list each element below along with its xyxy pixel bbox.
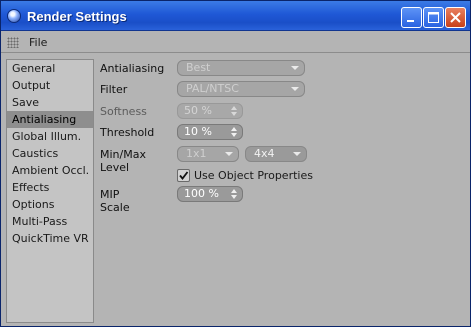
- maximize-button[interactable]: [423, 7, 444, 28]
- threshold-spinner[interactable]: 10 %: [177, 124, 243, 140]
- max-level-dropdown[interactable]: 4x4: [245, 146, 307, 162]
- use-object-properties-row: Use Object Properties: [100, 168, 340, 186]
- mip-scale-value: 100 %: [184, 187, 219, 200]
- close-icon: [450, 12, 461, 23]
- sidebar-item-caustics[interactable]: Caustics: [7, 145, 93, 162]
- mip-scale-spinner[interactable]: 100 %: [177, 186, 243, 202]
- app-sphere-icon[interactable]: [7, 9, 21, 23]
- minimize-icon: [407, 20, 414, 22]
- sidebar-item-ambient-occl[interactable]: Ambient Occl.: [7, 162, 93, 179]
- spin-down-icon[interactable]: [231, 133, 237, 137]
- sidebar-item-antialiasing[interactable]: Antialiasing: [7, 111, 93, 128]
- antialiasing-label: Antialiasing: [100, 62, 165, 75]
- filter-value: PAL/NTSC: [186, 82, 239, 95]
- sidebar-item-general[interactable]: General: [7, 60, 93, 77]
- maximize-icon: [428, 12, 439, 23]
- render-settings-window: Render Settings File General Output Save: [0, 0, 471, 327]
- window-title: Render Settings: [27, 9, 127, 24]
- chevron-down-icon: [291, 66, 299, 70]
- sidebar-item-effects[interactable]: Effects: [7, 179, 93, 196]
- max-level-value: 4x4: [254, 147, 275, 160]
- chevron-down-icon: [291, 87, 299, 91]
- checkmark-icon: [179, 171, 189, 180]
- spin-up-icon[interactable]: [231, 106, 237, 110]
- settings-category-list: General Output Save Antialiasing Global …: [6, 59, 94, 323]
- softness-value: 50 %: [184, 104, 212, 117]
- threshold-label: Threshold: [100, 126, 155, 139]
- sidebar-item-options[interactable]: Options: [7, 196, 93, 213]
- spin-up-icon[interactable]: [231, 189, 237, 193]
- mip-scale-label: MIP Scale: [100, 188, 130, 214]
- softness-spinner[interactable]: 50 %: [177, 103, 243, 119]
- min-level-value: 1x1: [186, 147, 207, 160]
- sidebar-item-save[interactable]: Save: [7, 94, 93, 111]
- spin-up-icon[interactable]: [231, 127, 237, 131]
- sidebar-item-output[interactable]: Output: [7, 77, 93, 94]
- use-object-properties-checkbox[interactable]: [177, 169, 190, 182]
- spin-down-icon[interactable]: [231, 112, 237, 116]
- minimize-button[interactable]: [401, 7, 422, 28]
- menu-file[interactable]: File: [29, 36, 47, 49]
- filter-label: Filter: [100, 83, 128, 96]
- softness-label: Softness: [100, 105, 147, 118]
- chevron-down-icon: [293, 152, 301, 156]
- menu-bar: File: [1, 32, 470, 53]
- chevron-down-icon: [225, 152, 233, 156]
- filter-dropdown[interactable]: PAL/NTSC: [177, 81, 305, 97]
- sidebar-item-multi-pass[interactable]: Multi-Pass: [7, 213, 93, 230]
- min-level-dropdown[interactable]: 1x1: [177, 146, 239, 162]
- settings-panel: General Output Save Antialiasing Global …: [2, 56, 469, 326]
- use-object-properties-label[interactable]: Use Object Properties: [194, 169, 313, 182]
- menu-grip-icon[interactable]: [7, 37, 19, 48]
- antialiasing-value: Best: [186, 61, 211, 74]
- sidebar-item-global-illum[interactable]: Global Illum.: [7, 128, 93, 145]
- sidebar-item-quicktime-vr[interactable]: QuickTime VR: [7, 230, 93, 247]
- threshold-value: 10 %: [184, 125, 212, 138]
- title-bar[interactable]: Render Settings: [1, 1, 470, 31]
- antialiasing-dropdown[interactable]: Best: [177, 60, 305, 76]
- close-button[interactable]: [445, 7, 466, 28]
- spin-down-icon[interactable]: [231, 195, 237, 199]
